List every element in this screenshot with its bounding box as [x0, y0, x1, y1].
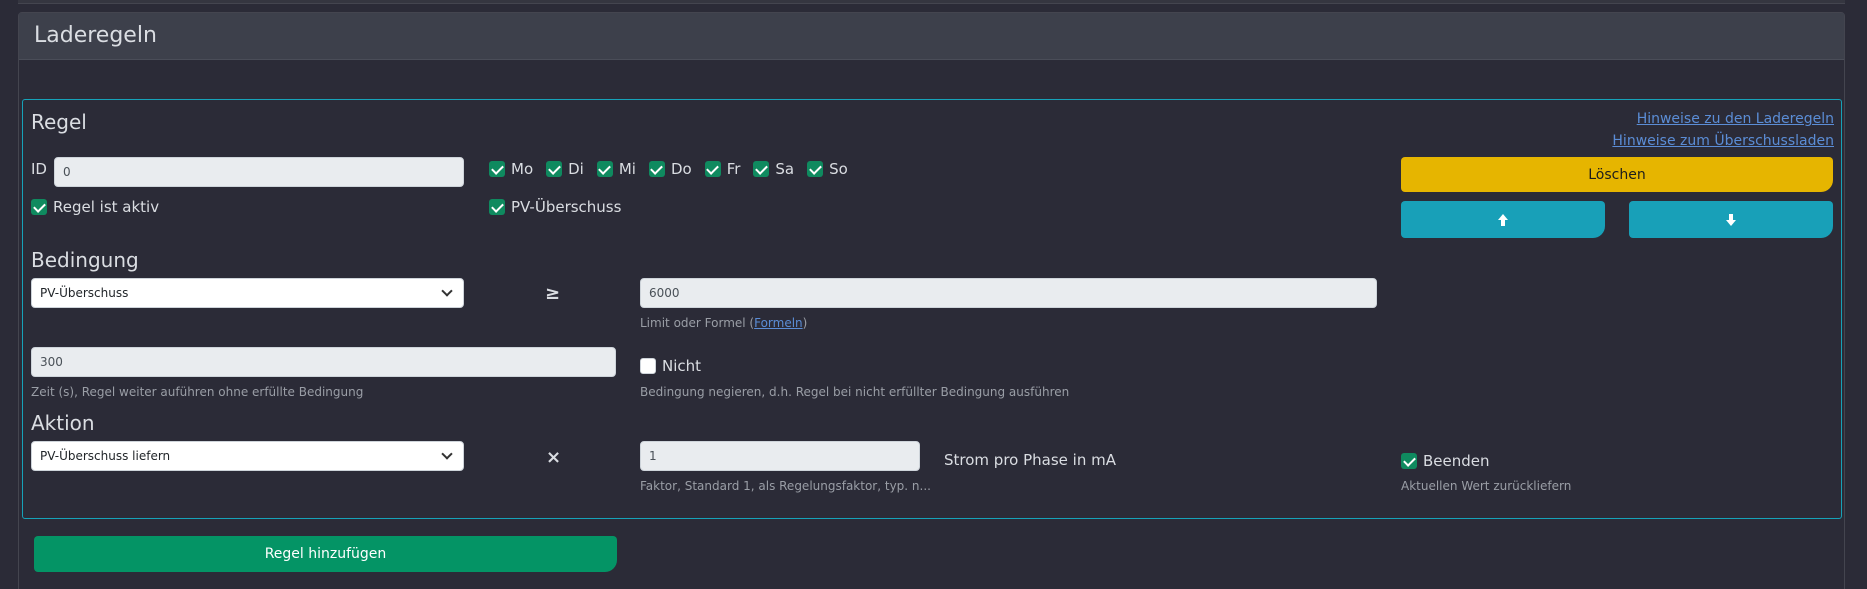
- rule-active-checkbox[interactable]: [31, 199, 47, 215]
- arrow-up-icon: [1498, 213, 1508, 226]
- pv-surplus-toggle[interactable]: PV-Überschuss: [489, 198, 621, 216]
- day-mo-label: Mo: [511, 160, 534, 178]
- end-toggle[interactable]: Beenden: [1401, 452, 1490, 470]
- end-help: Aktuellen Wert zurückliefern: [1401, 479, 1572, 493]
- not-checkbox[interactable]: [640, 358, 656, 374]
- greater-equal-operator: ≥: [545, 283, 561, 304]
- move-down-button[interactable]: [1629, 201, 1833, 238]
- day-di[interactable]: Di: [546, 160, 584, 178]
- limit-input[interactable]: 6000: [640, 278, 1377, 308]
- top-strip: [18, 0, 1845, 4]
- day-sa-label: Sa: [775, 160, 795, 178]
- day-mi[interactable]: Mi: [596, 160, 636, 178]
- formeln-link[interactable]: Formeln: [754, 316, 803, 330]
- link-hinweise-laderegeln[interactable]: Hinweise zu den Laderegeln: [1637, 111, 1834, 127]
- day-sa-checkbox[interactable]: [753, 161, 770, 177]
- weekday-group: Mo Di Mi Do Fr Sa So: [489, 160, 848, 178]
- day-fr[interactable]: Fr: [704, 160, 741, 178]
- day-sa[interactable]: Sa: [753, 160, 794, 178]
- move-up-button[interactable]: [1401, 201, 1605, 238]
- id-input[interactable]: 0: [54, 157, 464, 187]
- day-do-checkbox[interactable]: [648, 161, 665, 177]
- arrow-down-icon: [1726, 213, 1736, 226]
- day-fr-label: Fr: [726, 160, 741, 178]
- action-selected: PV-Überschuss liefern: [40, 449, 171, 463]
- pv-surplus-label: PV-Überschuss: [511, 198, 622, 216]
- day-do[interactable]: Do: [648, 160, 692, 178]
- rule-active-label: Regel ist aktiv: [53, 198, 160, 216]
- day-mo[interactable]: Mo: [489, 160, 533, 178]
- factor-input[interactable]: 1: [640, 441, 920, 471]
- condition-title: Bedingung: [31, 248, 139, 272]
- end-checkbox[interactable]: [1401, 453, 1417, 469]
- day-di-label: Di: [568, 160, 584, 178]
- day-mi-checkbox[interactable]: [596, 161, 613, 177]
- rule-title: Regel: [31, 110, 87, 134]
- factor-help: Faktor, Standard 1, als Regelungsfaktor,…: [640, 479, 931, 493]
- not-toggle[interactable]: Nicht: [640, 357, 701, 375]
- day-di-checkbox[interactable]: [546, 161, 563, 177]
- condition-select[interactable]: PV-Überschuss: [31, 278, 464, 308]
- chevron-down-icon: [441, 285, 453, 297]
- rule-active-toggle[interactable]: Regel ist aktiv: [31, 198, 159, 216]
- limit-help-prefix: Limit oder Formel (: [640, 316, 755, 330]
- not-help: Bedingung negieren, d.h. Regel bei nicht…: [640, 385, 1070, 399]
- card-header: Laderegeln: [19, 13, 1844, 60]
- action-title: Aktion: [31, 411, 95, 435]
- day-so[interactable]: So: [807, 160, 848, 178]
- pv-surplus-checkbox[interactable]: [489, 199, 505, 215]
- delete-button[interactable]: Löschen: [1401, 157, 1833, 192]
- day-so-checkbox[interactable]: [807, 161, 824, 177]
- action-select[interactable]: PV-Überschuss liefern: [31, 441, 464, 471]
- limit-help-suffix: ): [802, 316, 808, 330]
- condition-selected: PV-Überschuss: [40, 286, 129, 300]
- add-rule-button[interactable]: Regel hinzufügen: [34, 536, 617, 572]
- not-label: Nicht: [662, 357, 702, 375]
- day-do-label: Do: [670, 160, 692, 178]
- end-label: Beenden: [1423, 452, 1490, 470]
- day-fr-checkbox[interactable]: [704, 161, 721, 177]
- day-mi-label: Mi: [618, 160, 636, 178]
- limit-help: Limit oder Formel (Formeln): [640, 316, 807, 330]
- time-help: Zeit (s), Regel weiter auführen ohne erf…: [31, 385, 364, 399]
- day-mo-checkbox[interactable]: [489, 161, 505, 177]
- multiply-operator: ×: [546, 447, 562, 468]
- time-input[interactable]: 300: [31, 347, 616, 377]
- day-so-label: So: [829, 160, 848, 178]
- card-title: Laderegeln: [34, 23, 157, 48]
- id-label: ID: [31, 160, 47, 178]
- link-hinweise-ueberschuss[interactable]: Hinweise zum Überschussladen: [1612, 133, 1834, 149]
- unit-label: Strom pro Phase in mA: [944, 451, 1116, 469]
- chevron-down-icon: [441, 448, 453, 460]
